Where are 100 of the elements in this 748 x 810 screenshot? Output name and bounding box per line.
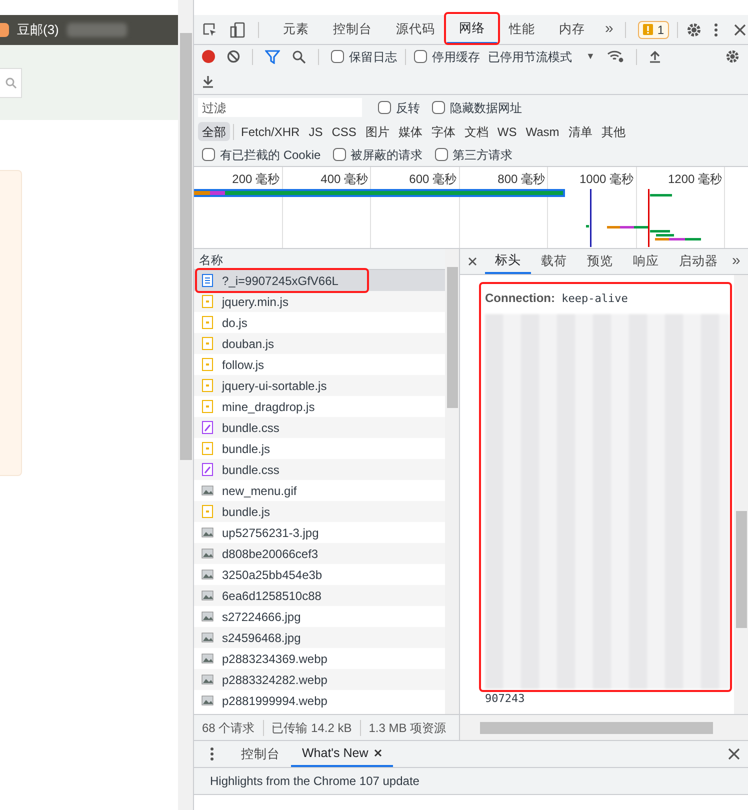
- checkbox[interactable]: [432, 101, 445, 114]
- scrollbar-thumb[interactable]: [736, 511, 746, 628]
- filter-icon[interactable]: [265, 50, 280, 64]
- search-icon[interactable]: [292, 50, 306, 64]
- image-thumbnail-icon: [201, 631, 214, 644]
- status-text: 1.3 MB 项资源: [368, 720, 448, 736]
- script-file-icon: [201, 337, 214, 350]
- request-row[interactable]: jquery-ui-sortable.js: [194, 375, 445, 396]
- panel-tab[interactable]: 控制台: [321, 15, 384, 44]
- mail-logo-icon: [0, 23, 9, 37]
- tick-label: 400 毫秒: [320, 171, 368, 186]
- panel-tab[interactable]: 元素: [271, 15, 321, 44]
- detail-tab[interactable]: 标头: [485, 249, 531, 274]
- checkbox[interactable]: [378, 101, 391, 114]
- panel-tab[interactable]: 源代码: [384, 15, 447, 44]
- drawer-tab[interactable]: 控制台: [230, 741, 291, 767]
- column-header[interactable]: 名称: [194, 249, 445, 270]
- tick-label: 1000 毫秒: [579, 171, 634, 186]
- close-icon[interactable]: [734, 24, 746, 36]
- close-icon[interactable]: [728, 748, 740, 760]
- image-thumbnail-icon: [201, 652, 214, 665]
- type-filter-button[interactable]: 清单: [564, 122, 596, 141]
- type-filter-button[interactable]: JS: [304, 122, 327, 141]
- panel-tab[interactable]: 性能: [497, 15, 547, 44]
- download-icon[interactable]: [202, 74, 214, 88]
- issues-badge[interactable]: 1: [638, 20, 670, 38]
- checkbox[interactable]: [331, 50, 344, 63]
- search-field[interactable]: [0, 68, 22, 98]
- document-icon: [201, 274, 214, 287]
- type-filter-button[interactable]: 图片: [361, 122, 394, 141]
- more-tabs-button[interactable]: »: [732, 250, 740, 273]
- drawer-menu-icon[interactable]: [210, 747, 214, 761]
- scrollbar-thumb[interactable]: [446, 267, 458, 408]
- upload-icon[interactable]: [648, 50, 661, 63]
- image-thumbnail-icon: [201, 547, 214, 560]
- image-thumbnail-icon: [201, 526, 214, 539]
- stylesheet-file-icon: [201, 421, 214, 434]
- device-icon[interactable]: [230, 22, 246, 38]
- type-filter-button[interactable]: CSS: [328, 122, 360, 141]
- request-row[interactable]: s24596468.jpg: [194, 627, 445, 648]
- checkbox-label: 保留日志: [349, 48, 397, 66]
- request-row[interactable]: bundle.css: [194, 459, 445, 480]
- tick-label: 800 毫秒: [498, 171, 545, 186]
- checkbox[interactable]: [434, 148, 448, 161]
- clear-icon[interactable]: [227, 50, 240, 63]
- request-row[interactable]: p2883324282.webp: [194, 669, 445, 690]
- image-thumbnail-icon: [201, 610, 214, 623]
- script-file-icon: [201, 379, 214, 392]
- type-filter-button[interactable]: Fetch/XHR: [237, 122, 304, 141]
- request-row[interactable]: 6ea6d1258510c88: [194, 585, 445, 606]
- type-filter-button[interactable]: 全部: [198, 122, 230, 141]
- type-filter-button[interactable]: 文档: [460, 122, 492, 141]
- settings-icon[interactable]: [725, 49, 740, 64]
- mail-link[interactable]: 豆邮(3): [17, 20, 59, 40]
- inspect-icon[interactable]: [202, 22, 218, 38]
- type-filter-button[interactable]: 其他: [597, 122, 630, 141]
- tick-label: 1200 毫秒: [668, 171, 722, 186]
- checkbox-label: 停用缓存: [432, 48, 480, 66]
- headline-text: Highlights from the Chrome 107 update: [210, 773, 420, 790]
- image-thumbnail-icon: [201, 568, 214, 581]
- type-filter-button[interactable]: 媒体: [394, 122, 426, 141]
- request-row[interactable]: bundle.js: [194, 501, 445, 522]
- checkbox[interactable]: [332, 148, 346, 161]
- script-file-icon: [201, 400, 214, 413]
- wifi-settings-icon[interactable]: [606, 50, 624, 63]
- more-options-icon[interactable]: [714, 22, 718, 36]
- request-row[interactable]: d808be20066cef3: [194, 543, 445, 564]
- script-file-icon: [201, 505, 214, 518]
- more-tabs-button[interactable]: »: [597, 18, 622, 41]
- dropdown-caret: ▼: [586, 50, 595, 63]
- redacted-block: [66, 23, 127, 37]
- checkbox-label: 隐藏数据网址: [450, 100, 522, 116]
- checkbox[interactable]: [414, 50, 427, 63]
- checkbox[interactable]: [202, 148, 215, 161]
- checkbox-label: 反转: [396, 100, 420, 116]
- type-filter-button[interactable]: Wasm: [522, 122, 564, 141]
- detail-tab[interactable]: 响应: [623, 249, 669, 274]
- stylesheet-file-icon: [201, 463, 214, 476]
- close-icon[interactable]: [468, 257, 477, 266]
- request-row[interactable]: bundle.css: [194, 417, 445, 438]
- detail-tab[interactable]: 启动器: [669, 249, 728, 274]
- type-filter-button[interactable]: 字体: [427, 122, 460, 141]
- scrollbar-thumb[interactable]: [180, 33, 192, 460]
- checkbox-label: 有已拦截的 Cookie: [220, 146, 321, 164]
- throttling-dropdown[interactable]: 已停用节流模式 ▼: [488, 48, 595, 66]
- detail-tab[interactable]: 预览: [577, 249, 623, 274]
- panel-tab[interactable]: 内存: [547, 15, 597, 44]
- status-text: 68 个请求: [201, 720, 256, 736]
- settings-icon[interactable]: [686, 22, 702, 38]
- warning-icon: [643, 24, 654, 35]
- request-row[interactable]: douban.js: [194, 333, 445, 354]
- scrollbar-thumb[interactable]: [480, 722, 713, 734]
- record-button[interactable]: [202, 50, 215, 63]
- checkbox-label: 被屏蔽的请求: [350, 146, 423, 164]
- request-row[interactable]: ?_i=9907245xGfV66L: [194, 270, 445, 291]
- type-filter-button[interactable]: WS: [493, 122, 521, 141]
- detail-tab[interactable]: 载荷: [531, 249, 577, 274]
- filter-field[interactable]: 过滤: [198, 98, 362, 117]
- close-icon[interactable]: [374, 749, 382, 757]
- request-row[interactable]: jquery.min.js: [194, 291, 445, 312]
